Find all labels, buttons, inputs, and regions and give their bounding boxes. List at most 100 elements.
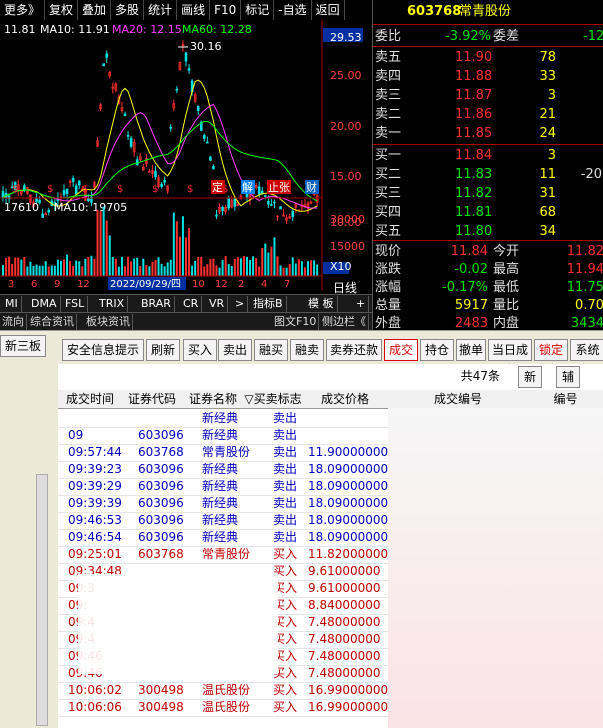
trade-row[interactable]: 09:25:01 603768 常青股份 买入 11.82000000: [58, 546, 388, 564]
cell-price: 16.99000000: [308, 683, 389, 697]
ask-row[interactable]: 卖一 11.85 24: [373, 124, 603, 143]
info-tab-1[interactable]: 综合资讯: [28, 314, 77, 330]
ask-row[interactable]: 卖五 11.90 78: [373, 48, 603, 67]
ask-row[interactable]: 卖二 11.86 21: [373, 105, 603, 124]
trade-row[interactable]: 09:57:44 603768 常青股份 卖出 11.90000000: [58, 444, 388, 462]
menu-item-9[interactable]: 返回: [312, 0, 345, 20]
stat-label-2: 量比: [493, 298, 520, 313]
volume-bar: [255, 258, 258, 276]
trade-row[interactable]: 新经典 卖出: [58, 410, 388, 428]
candle: [184, 52, 188, 62]
grid-aux-button[interactable]: 辅: [556, 366, 580, 388]
indicator-tab-10[interactable]: +: [353, 296, 370, 312]
cell-code: 603096: [138, 496, 184, 510]
indicator-tab-7[interactable]: >: [232, 296, 249, 312]
menu-item-6[interactable]: F10: [210, 0, 242, 20]
toolbar-button-7[interactable]: 成交: [384, 339, 418, 361]
column-header-5[interactable]: 成交编号: [388, 390, 529, 409]
column-header-6[interactable]: 编号: [528, 390, 603, 409]
indicator-tab-1[interactable]: DMA: [28, 296, 61, 312]
bid-row[interactable]: 买一 11.84 3: [373, 146, 603, 165]
trade-row[interactable]: 09:39:23 603096 新经典 卖出 18.09000000: [58, 461, 388, 479]
bid-row[interactable]: 买四 11.81 68: [373, 203, 603, 222]
bid-row[interactable]: 买三 11.82 31: [373, 184, 603, 203]
cell-name: 常青股份: [202, 445, 251, 459]
indicator-tab-4[interactable]: BRAR: [138, 296, 175, 312]
candle: [47, 209, 51, 213]
menu-item-2[interactable]: 叠加: [78, 0, 112, 20]
column-header-2[interactable]: 证券名称: [182, 390, 245, 409]
info-tab-4[interactable]: 侧边栏《: [320, 314, 369, 330]
bid-row[interactable]: 买五 11.80 34: [373, 222, 603, 241]
volume-bar: [20, 259, 23, 276]
toolbar-button-4[interactable]: 融买: [254, 339, 288, 361]
volume-bar: [258, 266, 261, 276]
toolbar-button-5[interactable]: 融卖: [290, 339, 324, 361]
toolbar-button-1[interactable]: 刷新: [146, 339, 180, 361]
column-header-4[interactable]: 成交价格: [302, 390, 389, 409]
indicator-tab-9[interactable]: 模 板: [305, 296, 338, 312]
tab-new-third-board[interactable]: 新三板: [0, 335, 46, 357]
ask-row[interactable]: 卖三 11.87 3: [373, 86, 603, 105]
toolbar-button-3[interactable]: 卖出: [218, 339, 252, 361]
info-tab-2[interactable]: 板块资讯: [84, 314, 133, 330]
grid-new-button[interactable]: 新: [518, 366, 542, 388]
info-tab-3[interactable]: 图文F10: [272, 314, 320, 330]
menu-item-3[interactable]: 多股: [111, 0, 145, 20]
volume-bar: [114, 258, 117, 276]
left-side-panel: [0, 364, 58, 728]
indicator-tab-8[interactable]: 指标B: [250, 296, 287, 312]
period-label[interactable]: 日线: [333, 281, 357, 295]
volume-bar: [310, 260, 313, 276]
ask-row[interactable]: 卖四 11.88 33: [373, 67, 603, 86]
indicator-tab-6[interactable]: VR: [206, 296, 229, 312]
toolbar-button-10[interactable]: 当日成交: [488, 339, 532, 377]
column-header-1[interactable]: 证券代码: [122, 390, 183, 409]
trade-row[interactable]: 09:46:54 603096 新经典 卖出 18.09000000: [58, 529, 388, 547]
candle: [209, 156, 212, 161]
left-scrollbar[interactable]: [36, 474, 48, 726]
cell-price: 8.84000000: [308, 598, 381, 612]
cell-price: 9.61000000: [308, 581, 381, 595]
volume-ma10: MA10: 19705: [54, 201, 127, 214]
volume-bar: [297, 259, 300, 276]
ask-volume: 21: [539, 107, 556, 122]
toolbar-button-12[interactable]: 系统: [570, 339, 603, 361]
bid-row[interactable]: 买二 11.83 11 -20: [373, 165, 603, 184]
toolbar-button-9[interactable]: 撤单: [456, 339, 486, 361]
stat-value: -0.17%: [442, 280, 488, 295]
toolbar-button-8[interactable]: 持仓: [420, 339, 454, 361]
trade-row[interactable]: 09:39:39 603096 新经典 卖出 18.09000000: [58, 495, 388, 513]
candle: [102, 63, 105, 67]
kline-chart-svg[interactable]: 11.81 MA10: 11.91 MA20: 12.15 MA60: 12.2829…: [0, 20, 372, 312]
indicator-tab-2[interactable]: FSL: [62, 296, 89, 312]
cell-price: 7.48000000: [308, 632, 381, 646]
indicator-tab-0[interactable]: MI: [2, 296, 22, 312]
trade-row[interactable]: 09 603096 新经典 卖出: [58, 427, 388, 445]
volume-bar: [53, 265, 56, 276]
menu-item-0[interactable]: 更多》: [0, 0, 46, 20]
menu-item-1[interactable]: 复权: [45, 0, 79, 20]
trade-row[interactable]: 10:06:02 300498 温氏股份 买入 16.99000000: [58, 682, 388, 700]
volume-bar: [111, 256, 114, 276]
menu-item-8[interactable]: -自选: [274, 0, 312, 20]
column-header-0[interactable]: 成交时间: [58, 390, 123, 409]
toolbar-button-11[interactable]: 锁定: [534, 339, 568, 361]
column-header-3[interactable]: ▽买卖标志: [244, 390, 303, 409]
info-tab-0[interactable]: 流向: [0, 314, 27, 330]
ask-label: 卖四: [375, 69, 402, 84]
trade-row[interactable]: 10:06:06 300498 温氏股份 买入 16.99000000: [58, 699, 388, 717]
toolbar-button-0[interactable]: 安全信息提示: [62, 339, 144, 361]
menu-item-5[interactable]: 画线: [177, 0, 211, 20]
svg-text:$: $: [187, 184, 193, 195]
menu-item-4[interactable]: 统计: [144, 0, 178, 20]
indicator-tab-5[interactable]: CR: [180, 296, 203, 312]
cell-name: 新经典: [202, 428, 239, 442]
trade-row[interactable]: 09:46:53 603096 新经典 卖出 18.09000000: [58, 512, 388, 530]
toolbar-button-2[interactable]: 买入: [183, 339, 217, 361]
toolbar-button-6[interactable]: 卖券还款: [326, 339, 382, 361]
trade-row[interactable]: 09:39:29 603096 新经典 卖出 18.09000000: [58, 478, 388, 496]
indicator-tab-3[interactable]: TRIX: [96, 296, 129, 312]
kline-chart-area[interactable]: 11.81 MA10: 11.91 MA20: 12.15 MA60: 12.28 29…: [0, 20, 372, 312]
menu-item-7[interactable]: 标记: [241, 0, 275, 20]
